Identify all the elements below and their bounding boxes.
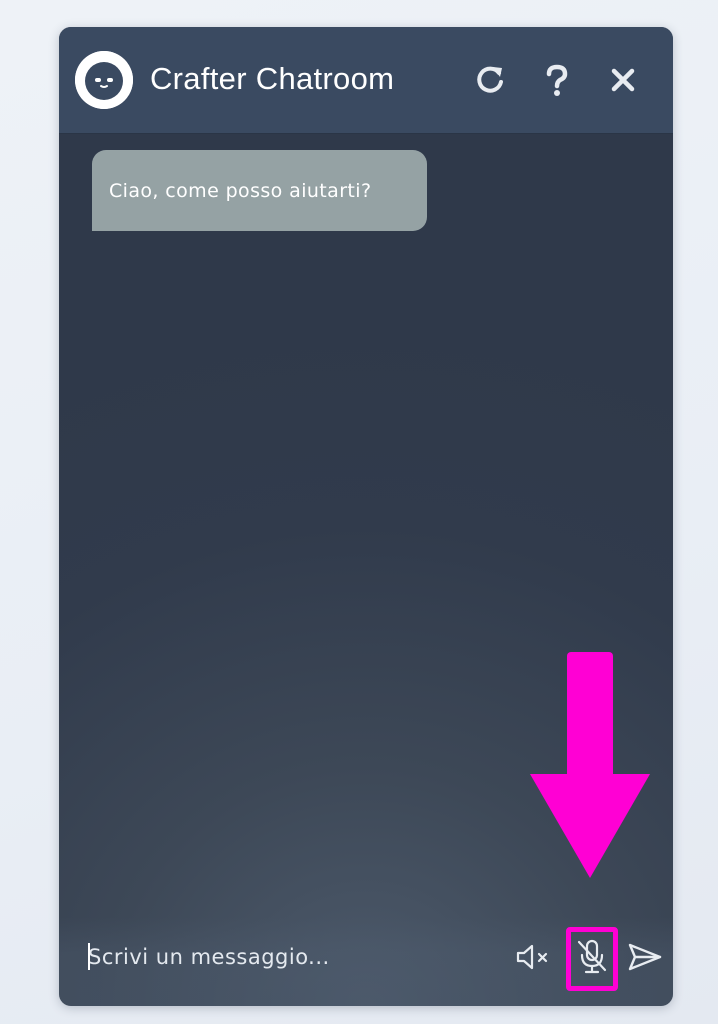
- message-text: Ciao, come posso aiutarti?: [109, 179, 372, 202]
- help-button[interactable]: [537, 60, 577, 100]
- close-icon: [611, 68, 635, 92]
- smiley-face-icon: [75, 51, 133, 109]
- microphone-highlight-box: [566, 927, 618, 991]
- send-button[interactable]: [625, 939, 665, 979]
- message-input[interactable]: [88, 939, 488, 975]
- text-cursor: [88, 943, 90, 970]
- arrow-down-icon: [530, 652, 650, 878]
- mute-button[interactable]: [513, 939, 553, 979]
- bot-message-bubble: Ciao, come posso aiutarti?: [92, 150, 427, 231]
- speaker-muted-icon: [515, 943, 551, 975]
- question-mark-icon: [543, 63, 571, 97]
- refresh-button[interactable]: [470, 60, 510, 100]
- chat-header: Crafter Chatroom: [59, 27, 673, 134]
- close-button[interactable]: [603, 60, 643, 100]
- chat-title: Crafter Chatroom: [150, 61, 395, 96]
- send-icon: [627, 942, 663, 976]
- refresh-icon: [473, 63, 507, 97]
